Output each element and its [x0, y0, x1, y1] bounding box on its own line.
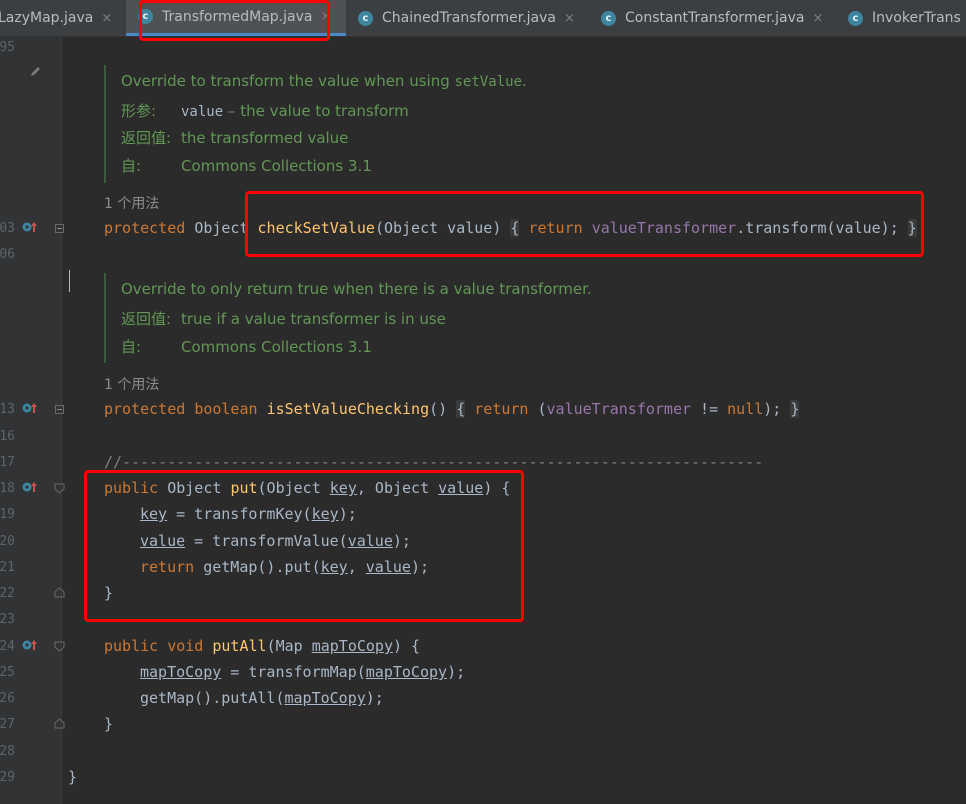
line-number: 27	[0, 717, 15, 732]
line-number: 18	[0, 481, 15, 496]
doc-return: 返回值: the transformed value	[121, 129, 349, 147]
line-number-gutter: 95 03 06 13 16 17 18 19 20 21 22 23 24 2…	[0, 37, 65, 804]
tab-label: ChainedTransformer.java	[382, 10, 556, 26]
usage-hint[interactable]: 1 个用法	[104, 193, 159, 213]
doc-return: 返回值: true if a value transformer is in us…	[121, 310, 446, 328]
override-method-icon[interactable]	[22, 480, 38, 494]
line-number: 23	[0, 612, 15, 627]
line-number: 13	[0, 402, 15, 417]
code-line-checksetvalue: protected Object checkSetValue(Object va…	[104, 219, 917, 237]
line-number: 24	[0, 639, 15, 654]
tab-label: TransformedMap.java	[162, 8, 313, 25]
separator-comment: //--------------------------------------…	[104, 453, 764, 471]
line-number: 06	[0, 247, 15, 262]
class-icon: c	[358, 10, 373, 26]
close-icon[interactable]: ×	[101, 11, 112, 26]
tab-lazymap[interactable]: LazyMap.java ×	[0, 0, 123, 36]
code-line-put-return: return getMap().put(key, value);	[140, 558, 429, 576]
usage-hint[interactable]: 1 个用法	[104, 374, 159, 394]
override-method-icon[interactable]	[22, 220, 38, 234]
doc-comment-bar	[104, 65, 106, 183]
code-line-putall-close: }	[104, 715, 114, 733]
tab-transformedmap[interactable]: c TransformedMap.java ×	[126, 0, 346, 36]
tab-label: InvokerTrans	[872, 10, 961, 26]
tab-label: LazyMap.java	[0, 10, 94, 26]
override-method-icon[interactable]	[22, 638, 38, 652]
line-number: 19	[0, 507, 15, 522]
doc-param: 形参: value – the value to transform	[121, 102, 409, 120]
tab-label: ConstantTransformer.java	[625, 10, 805, 26]
class-icon: c	[138, 9, 153, 24]
line-number: 95	[0, 40, 15, 55]
line-number: 16	[0, 429, 15, 444]
tab-chainedtransformer[interactable]: c ChainedTransformer.java ×	[348, 0, 598, 36]
line-number: 17	[0, 455, 15, 470]
close-icon[interactable]: ×	[564, 11, 575, 26]
text-caret	[69, 270, 70, 292]
line-number: 28	[0, 744, 15, 759]
editor-tab-bar: LazyMap.java × c TransformedMap.java × c…	[0, 0, 966, 37]
override-method-icon[interactable]	[22, 401, 38, 415]
doc-summary: Override to transform the value when usi…	[121, 72, 527, 90]
class-icon: c	[601, 10, 616, 26]
code-editor[interactable]: Override to transform the value when usi…	[63, 37, 966, 804]
tab-invokertransformer[interactable]: c InvokerTrans	[838, 0, 966, 36]
code-line-issetvaluechecking: protected boolean isSetValueChecking() {…	[104, 400, 800, 418]
code-line-put-value: value = transformValue(value);	[140, 532, 411, 550]
tab-constanttransformer[interactable]: c ConstantTransformer.java ×	[591, 0, 851, 36]
code-line-put-key: key = transformKey(key);	[140, 505, 357, 523]
code-line-putall-transform: mapToCopy = transformMap(mapToCopy);	[140, 663, 466, 681]
doc-comment-bar	[104, 273, 106, 363]
edit-pencil-icon[interactable]	[30, 65, 42, 77]
line-number: 20	[0, 534, 15, 549]
code-line-putall-call: getMap().putAll(mapToCopy);	[140, 689, 384, 707]
gutter-separator	[61, 37, 62, 804]
code-line-put-close: }	[104, 584, 114, 602]
line-number: 22	[0, 586, 15, 601]
code-line-putall-signature: public void putAll(Map mapToCopy) {	[104, 637, 421, 655]
doc-since: 自: Commons Collections 3.1	[121, 338, 372, 356]
line-number: 29	[0, 770, 15, 785]
close-icon[interactable]: ×	[320, 9, 331, 24]
line-number: 21	[0, 560, 15, 575]
line-number: 03	[0, 221, 15, 236]
class-icon: c	[848, 10, 863, 26]
doc-summary: Override to only return true when there …	[121, 280, 592, 298]
line-number: 25	[0, 665, 15, 680]
line-number: 26	[0, 691, 15, 706]
code-line-put-signature: public Object put(Object key, Object val…	[104, 479, 511, 497]
doc-since: 自: Commons Collections 3.1	[121, 157, 372, 175]
code-line-class-close: }	[68, 768, 78, 786]
close-icon[interactable]: ×	[812, 11, 823, 26]
